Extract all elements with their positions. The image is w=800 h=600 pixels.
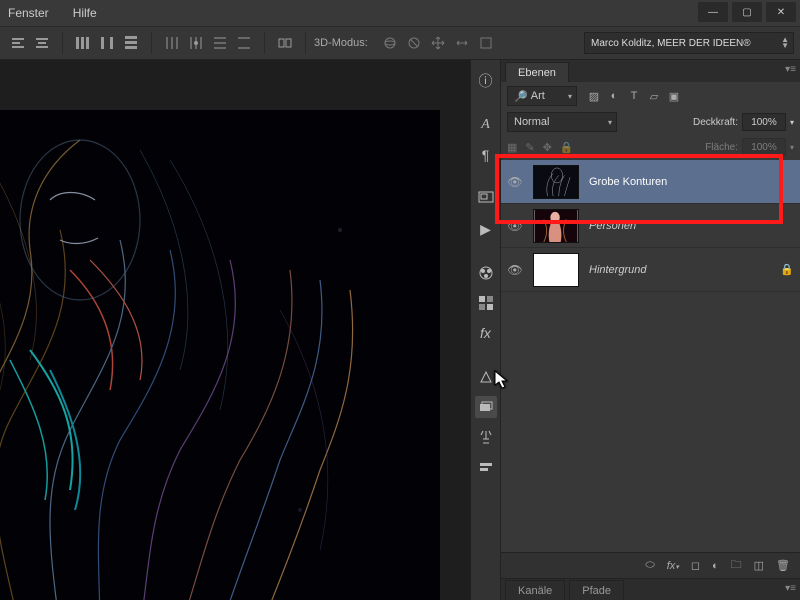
- opacity-value[interactable]: 100%: [742, 113, 786, 131]
- lock-transparent-icon[interactable]: ▦: [507, 141, 517, 154]
- maximize-button[interactable]: ▢: [732, 2, 762, 22]
- navigator-panel-icon[interactable]: [475, 188, 497, 210]
- distribute-icon[interactable]: [235, 34, 253, 52]
- tab-paths[interactable]: Pfade: [569, 580, 624, 600]
- align-icon[interactable]: [9, 34, 27, 52]
- opacity-flyout-icon[interactable]: ▾: [790, 118, 794, 127]
- mask-icon[interactable]: ◻: [691, 559, 700, 572]
- swatches-panel-icon[interactable]: [475, 292, 497, 314]
- menu-bar: Fenster Hilfe: [0, 0, 800, 26]
- distribute-icon[interactable]: [163, 34, 181, 52]
- group-icon[interactable]: 🗀: [731, 556, 742, 575]
- layer-thumbnail[interactable]: [533, 209, 579, 243]
- layer-name[interactable]: Personen: [589, 220, 636, 232]
- layer-name[interactable]: Hintergrund: [589, 264, 646, 276]
- panel-menu-icon[interactable]: ▾≡: [785, 64, 796, 75]
- visibility-toggle-icon[interactable]: 👁: [507, 175, 523, 189]
- scale-icon[interactable]: [477, 34, 495, 52]
- link-layers-icon[interactable]: ⬭: [645, 559, 654, 572]
- layer-row[interactable]: 👁 Grobe Konturen: [501, 160, 800, 204]
- orbit-icon[interactable]: [381, 34, 399, 52]
- histogram-panel-icon[interactable]: ▶: [475, 218, 497, 240]
- options-bar: 3D-Modus: Marco Kolditz, MEER DER IDEEN®…: [0, 26, 800, 60]
- menu-hilfe[interactable]: Hilfe: [73, 6, 97, 20]
- fill-value[interactable]: 100%: [742, 138, 786, 156]
- paragraph-panel-icon[interactable]: ¶: [475, 144, 497, 166]
- distribute-icon[interactable]: [187, 34, 205, 52]
- layer-filter-icons: ▨ ◐ T ▱ ▣: [587, 89, 681, 103]
- workspace-dropdown[interactable]: Marco Kolditz, MEER DER IDEEN® ▲▼: [584, 32, 794, 54]
- close-button[interactable]: ✕: [766, 2, 796, 22]
- align-icon[interactable]: [33, 34, 51, 52]
- layers-panel: Ebenen ▾≡ 🔎 Art▾ ▨ ◐ T ▱ ▣: [500, 60, 800, 600]
- distribute-icon[interactable]: [74, 34, 92, 52]
- lock-icon: 🔒: [780, 263, 794, 276]
- adjustment-layer-icon[interactable]: ◐: [712, 560, 719, 572]
- lock-pixels-icon[interactable]: ✎: [525, 141, 534, 154]
- glyph-panel-icon[interactable]: [475, 426, 497, 448]
- layer-thumbnail[interactable]: [533, 253, 579, 287]
- tab-channels[interactable]: Kanäle: [505, 580, 565, 600]
- distribute-icon[interactable]: [211, 34, 229, 52]
- auto-align-icon[interactable]: [276, 34, 294, 52]
- filter-shape-icon[interactable]: ▱: [647, 89, 661, 103]
- distribute-icon[interactable]: [122, 34, 140, 52]
- layer-filter-kind[interactable]: 🔎 Art▾: [507, 86, 577, 106]
- lock-position-icon[interactable]: ✥: [543, 141, 552, 154]
- pan-icon[interactable]: [429, 34, 447, 52]
- menu-fenster[interactable]: Fenster: [8, 6, 49, 20]
- tab-layers[interactable]: Ebenen: [505, 62, 569, 82]
- new-layer-icon[interactable]: ◫: [754, 559, 764, 572]
- slide-icon[interactable]: [453, 34, 471, 52]
- minimize-button[interactable]: —: [698, 2, 728, 22]
- layer-name[interactable]: Grobe Konturen: [589, 176, 667, 188]
- panel-dock-strip: ⓘ A ¶ ▶ fx: [470, 60, 500, 600]
- delete-layer-icon[interactable]: 🗑: [776, 559, 790, 572]
- character-panel-icon[interactable]: A: [475, 114, 497, 136]
- layer-thumbnail[interactable]: [533, 165, 579, 199]
- canvas-area[interactable]: [0, 60, 470, 600]
- layers-panel-icon[interactable]: [475, 396, 497, 418]
- visibility-toggle-icon[interactable]: 👁: [507, 219, 523, 233]
- panel-menu-icon[interactable]: ▾≡: [785, 583, 796, 594]
- filter-adjust-icon[interactable]: ◐: [607, 89, 621, 103]
- roll-icon[interactable]: [405, 34, 423, 52]
- mode-label: 3D-Modus:: [314, 37, 368, 49]
- panel-icon[interactable]: [475, 456, 497, 478]
- lock-all-icon[interactable]: 🔒: [560, 141, 574, 154]
- distribute-icon[interactable]: [98, 34, 116, 52]
- window-controls: — ▢ ✕: [694, 2, 796, 22]
- filter-smart-icon[interactable]: ▣: [667, 89, 681, 103]
- opacity-label: Deckkraft:: [693, 117, 738, 128]
- visibility-toggle-icon[interactable]: 👁: [507, 263, 523, 277]
- blend-mode-dropdown[interactable]: Normal▾: [507, 112, 617, 132]
- layers-panel-footer: ⬭ fx▾ ◻ ◐ 🗀 ◫ 🗑: [501, 552, 800, 578]
- adjustments-panel-icon[interactable]: [475, 366, 497, 388]
- layer-row[interactable]: 👁 Hintergrund 🔒: [501, 248, 800, 292]
- filter-pixel-icon[interactable]: ▨: [587, 89, 601, 103]
- fx-icon[interactable]: fx▾: [667, 560, 679, 572]
- color-panel-icon[interactable]: [475, 262, 497, 284]
- fill-label: Fläche:: [705, 142, 738, 153]
- info-panel-icon[interactable]: ⓘ: [475, 70, 497, 92]
- layer-row[interactable]: 👁 Personen: [501, 204, 800, 248]
- filter-type-icon[interactable]: T: [627, 89, 641, 103]
- styles-panel-icon[interactable]: fx: [475, 322, 497, 344]
